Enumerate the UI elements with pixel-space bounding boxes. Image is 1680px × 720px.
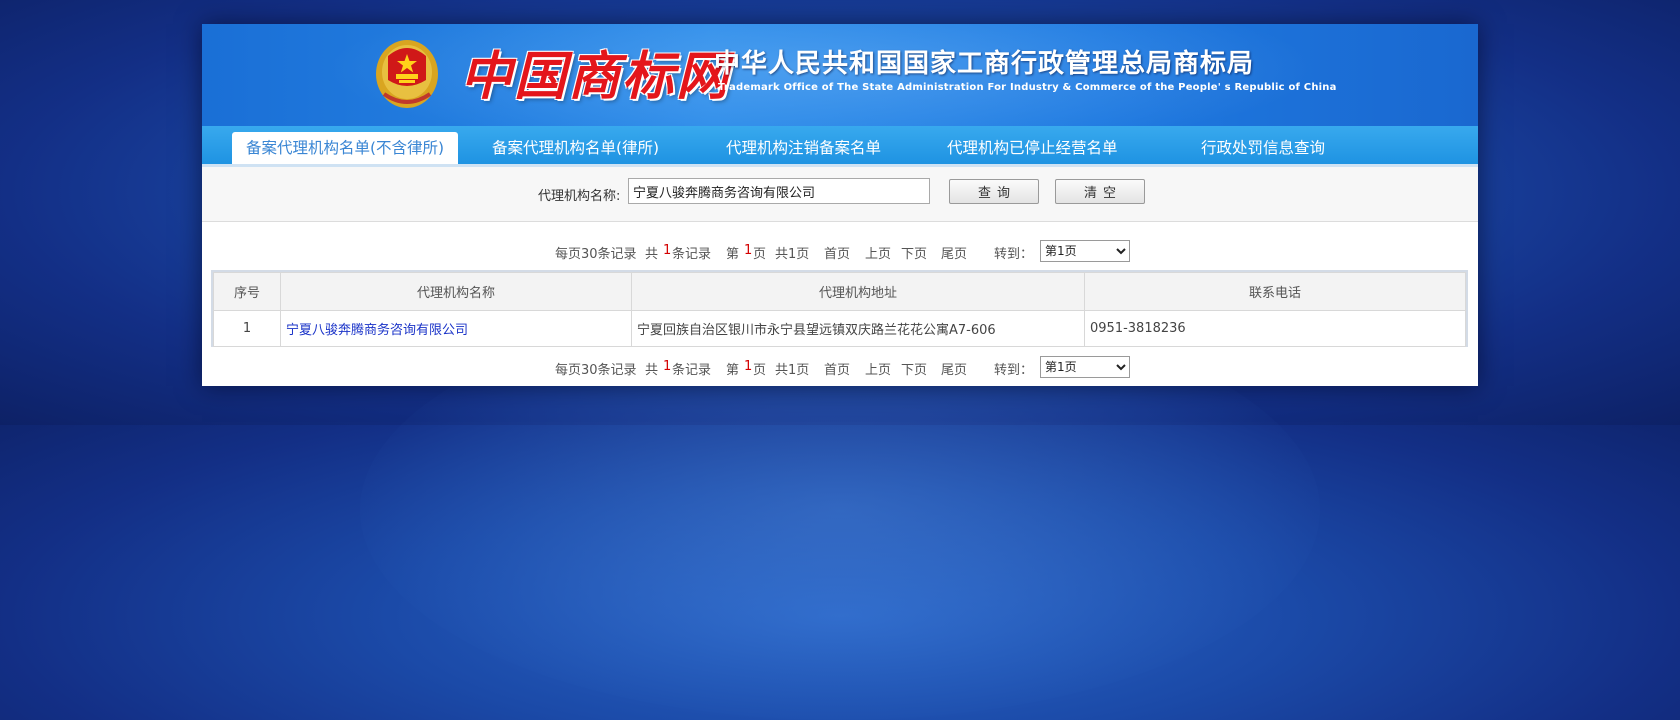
pager-bottom: 每页30条记录 共 1 条记录 第 1 页 共1页 首页 上页 下页 尾页 转到… [202,356,1478,378]
pager-total-suffix: 条记录 [672,247,712,262]
pager-last-link[interactable]: 尾页 [941,243,967,262]
cell-agency-address: 宁夏回族自治区银川市永宁县望远镇双庆路兰花花公寓A7-606 [631,310,1085,347]
table-row: 1 宁夏八骏奔腾商务咨询有限公司 宁夏回族自治区银川市永宁县望远镇双庆路兰花花公… [213,310,1466,347]
pager-page-prefix: 第 [726,363,740,378]
pager-per-page: 每页30条记录 [555,247,637,262]
pager-first-link[interactable]: 首页 [824,359,850,378]
col-header-phone: 联系电话 [1084,272,1466,311]
pager-total-prefix: 共 [645,247,659,262]
site-logo-text: 中国商标网 [460,46,731,107]
pager-next-link[interactable]: 下页 [901,359,927,378]
agency-table: 序号 代理机构名称 代理机构地址 联系电话 1 宁夏八骏奔腾商务咨询有限公司 宁… [211,270,1468,347]
page-frame: 中国商标网 中华人民共和国国家工商行政管理总局商标局 Trademark Off… [202,24,1478,386]
agency-title-en: Trademark Office of The State Administra… [718,82,1337,93]
pager-page-prefix: 第 [726,247,740,262]
agency-name-input[interactable] [628,178,930,204]
query-button[interactable]: 查询 [949,179,1039,204]
tab-cancelled-agencies[interactable]: 代理机构注销备案名单 [726,132,881,164]
pager-goto-label: 转到： [994,363,1034,378]
col-header-index: 序号 [213,272,281,311]
pager-current-page: 1 [744,243,753,258]
pager-total-prefix: 共 [645,363,659,378]
pager-prev-link[interactable]: 上页 [865,243,891,262]
national-emblem-icon [376,40,438,108]
pager-goto-label: 转到： [994,247,1034,262]
site-banner: 中国商标网 中华人民共和国国家工商行政管理总局商标局 Trademark Off… [202,24,1478,126]
pager-page-suffix: 页 [753,363,767,378]
pager-next-link[interactable]: 下页 [901,243,927,262]
pager-page-suffix: 页 [753,247,767,262]
pager-total-count: 1 [663,243,672,258]
pager-goto-select[interactable]: 第1页 [1040,240,1130,262]
tab-filing-agencies-law[interactable]: 备案代理机构名单(律所) [492,132,659,164]
pager-prev-link[interactable]: 上页 [865,359,891,378]
search-bar: 代理机构名称: 查询 清空 [202,167,1478,222]
pager-goto-select[interactable]: 第1页 [1040,356,1130,378]
pager-total-pages: 共1页 [775,247,810,262]
pager-total-count: 1 [663,359,672,374]
cell-phone: 0951-3818236 [1084,310,1466,347]
pager-current-page: 1 [744,359,753,374]
pager-total-suffix: 条记录 [672,363,712,378]
pager-top: 每页30条记录 共 1 条记录 第 1 页 共1页 首页 上页 下页 尾页 转到… [202,240,1478,262]
tab-stopped-agencies[interactable]: 代理机构已停止经营名单 [947,132,1118,164]
clear-button[interactable]: 清空 [1055,179,1145,204]
pager-first-link[interactable]: 首页 [824,243,850,262]
agency-title-cn: 中华人民共和国国家工商行政管理总局商标局 [714,49,1255,79]
pager-per-page: 每页30条记录 [555,363,637,378]
pager-last-link[interactable]: 尾页 [941,359,967,378]
pager-total-pages: 共1页 [775,363,810,378]
col-header-agency-name: 代理机构名称 [280,272,632,311]
table-header-row: 序号 代理机构名称 代理机构地址 联系电话 [213,272,1466,311]
tab-filing-agencies-non-law[interactable]: 备案代理机构名单(不含律所) [232,132,459,164]
cell-agency-name: 宁夏八骏奔腾商务咨询有限公司 [280,310,632,347]
tab-penalty-query[interactable]: 行政处罚信息查询 [1201,132,1325,164]
agency-name-label: 代理机构名称: [538,189,621,204]
agency-name-link[interactable]: 宁夏八骏奔腾商务咨询有限公司 [286,323,468,338]
col-header-agency-address: 代理机构地址 [631,272,1085,311]
cell-index: 1 [213,310,281,347]
main-nav: 备案代理机构名单(不含律所) 备案代理机构名单(律所) 代理机构注销备案名单 代… [202,126,1478,164]
